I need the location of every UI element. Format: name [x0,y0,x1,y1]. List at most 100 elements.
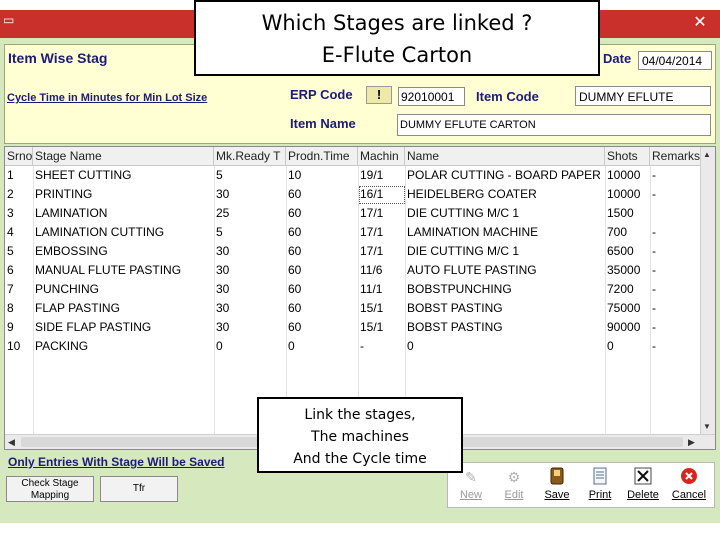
save-note: Only Entries With Stage Will be Saved [8,455,225,469]
table-cell: 2 [7,187,14,201]
table-cell: - [652,187,656,201]
table-cell: 90000 [607,320,641,334]
save-label: Save [544,489,570,501]
table-cell: 60 [288,206,302,220]
column-header-machine[interactable]: Machin [358,147,405,166]
table-cell: SHEET CUTTING [35,168,132,182]
table-cell: 4 [7,225,14,239]
table-cell: 11/1 [360,282,383,296]
scroll-left-icon[interactable]: ◀ [8,437,15,448]
table-cell: LAMINATION MACHINE [407,225,539,239]
table-row[interactable]: 4 LAMINATION CUTTING 5 60 17/1 LAMINATIO… [5,223,701,242]
save-button[interactable]: Save [536,465,578,505]
table-cell: SIDE FLAP PASTING [35,320,152,334]
item-name-field[interactable]: DUMMY EFLUTE CARTON [397,114,711,136]
cancel-icon [679,467,699,487]
table-row[interactable]: 1 SHEET CUTTING 5 10 19/1 POLAR CUTTING … [5,166,701,185]
print-label: Print [588,489,612,501]
table-cell: 15/1 [360,301,384,315]
table-cell: PUNCHING [35,282,100,296]
table-cell: 35000 [607,263,641,277]
column-header-shots[interactable]: Shots [605,147,650,166]
cancel-button[interactable]: Cancel [668,465,710,505]
column-header-prodn-time[interactable]: Prodn.Time [286,147,358,166]
delete-icon [633,467,653,487]
table-row[interactable]: 3 LAMINATION 25 60 17/1 DIE CUTTING M/C … [5,204,701,223]
note-callout: Link the stages, The machines And the Cy… [257,397,463,473]
column-header-mk-ready[interactable]: Mk.Ready T [214,147,286,166]
print-button[interactable]: Print [579,465,621,505]
vertical-scrollbar[interactable]: ▲ ▼ [700,147,715,435]
mapping-label: Mapping [30,490,70,501]
table-cell: 30 [216,282,230,296]
table-cell: 60 [288,301,302,315]
tfr-button[interactable]: Tfr [100,476,178,502]
column-header-name[interactable]: Name [405,147,605,166]
table-cell: 10 [288,168,302,182]
table-cell: 700 [607,225,628,239]
check-stage-mapping-button[interactable]: Check Stage Mapping [6,476,94,502]
edit-label: Edit [504,489,524,501]
table-row[interactable]: 2 PRINTING 30 60 16/1 HEIDELBERG COATER … [5,185,701,204]
table-cell: - [652,244,656,258]
table-row[interactable]: 10 PACKING 0 0 - 0 0 - [5,337,701,356]
date-label: Date [603,51,632,66]
close-icon[interactable]: ✕ [690,13,710,33]
cancel-label: Cancel [671,489,707,501]
table-cell: EMBOSSING [35,244,108,258]
table-cell: 10000 [607,187,641,201]
table-cell: 0 [216,339,223,353]
scroll-down-icon[interactable]: ▼ [703,422,711,431]
table-cell: 5 [7,244,14,258]
delete-label: Delete [627,489,659,501]
table-cell: 7200 [607,282,634,296]
table-row[interactable]: 9 SIDE FLAP PASTING 30 60 15/1 BOBST PAS… [5,318,701,337]
new-icon: ✎ [465,469,477,485]
table-row[interactable]: 5 EMBOSSING 30 60 17/1 DIE CUTTING M/C 1… [5,242,701,261]
table-cell: 60 [288,282,302,296]
scroll-up-icon[interactable]: ▲ [703,150,711,159]
table-cell: 30 [216,187,230,201]
table-cell: 60 [288,244,302,258]
table-row[interactable]: 7 PUNCHING 30 60 11/1 BOBSTPUNCHING 7200… [5,280,701,299]
table-cell: 30 [216,263,230,277]
table-cell: - [652,263,656,277]
erp-code-field[interactable]: 92010001 [398,87,465,106]
column-header-stage-name[interactable]: Stage Name [33,147,214,166]
table-cell: 3 [7,206,14,220]
table-cell: 60 [288,187,302,201]
table-cell: 0 [607,339,614,353]
table-row[interactable]: 8 FLAP PASTING 30 60 15/1 BOBST PASTING … [5,299,701,318]
table-cell: HEIDELBERG COATER [407,187,537,201]
table-cell: 30 [216,320,230,334]
erp-lookup-button[interactable]: ! [366,86,392,104]
cycle-time-label: Cycle Time in Minutes for Min Lot Size [7,92,208,104]
column-header-remarks[interactable]: Remarks [650,147,701,166]
table-cell: LAMINATION [35,206,108,220]
table-cell: - [360,339,364,353]
item-code-field[interactable]: DUMMY EFLUTE [575,86,711,106]
table-cell: 6 [7,263,14,277]
edit-button[interactable]: ⚙ Edit [493,465,535,505]
table-cell: 17/1 [360,206,384,220]
date-field[interactable]: 04/04/2014 [638,51,712,70]
table-cell: 9 [7,320,14,334]
scroll-right-icon[interactable]: ▶ [688,437,695,448]
table-cell: 0 [288,339,295,353]
grid-header: Srno Stage Name Mk.Ready T Prodn.Time Ma… [5,147,701,166]
table-cell: 25 [216,206,230,220]
table-cell: MANUAL FLUTE PASTING [35,263,182,277]
table-cell: 1500 [607,206,634,220]
table-cell: PACKING [35,339,89,353]
table-cell: AUTO FLUTE PASTING [407,263,537,277]
form-title: Item Wise Stag [8,50,108,66]
table-cell: DIE CUTTING M/C 1 [407,244,520,258]
table-cell: 17/1 [360,244,384,258]
table-cell: 0 [407,339,414,353]
table-cell: 19/1 [360,168,384,182]
table-row[interactable]: 6 MANUAL FLUTE PASTING 30 60 11/6 AUTO F… [5,261,701,280]
delete-button[interactable]: Delete [622,465,664,505]
column-header-srno[interactable]: Srno [5,147,33,166]
table-cell: 60 [288,263,302,277]
check-stage-label: Check Stage [21,478,79,489]
